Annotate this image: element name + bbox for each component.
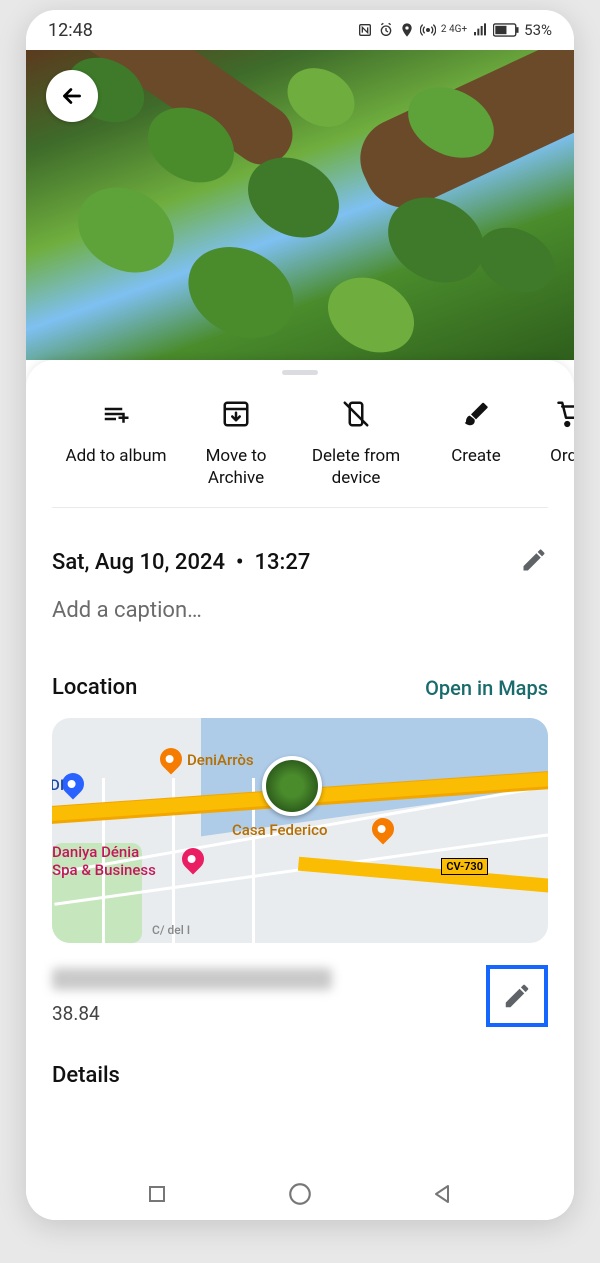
battery-icon [493, 23, 519, 37]
action-label: Create [416, 445, 536, 467]
open-in-maps-link[interactable]: Open in Maps [425, 676, 548, 700]
archive-icon [221, 399, 251, 429]
location-icon [399, 22, 415, 38]
status-bar: 12:48 2 4G+ 53% [26, 10, 574, 50]
coordinates: 38.84 [52, 990, 332, 1025]
battery-pct: 53% [524, 21, 552, 39]
nfc-icon [357, 22, 373, 38]
cart-icon [556, 399, 574, 429]
photo-datetime: Sat, Aug 10, 2024 • 13:27 [52, 550, 310, 575]
action-move-to-archive[interactable]: Move to Archive [176, 395, 296, 489]
caption-input[interactable]: Add a caption… [26, 578, 574, 623]
edit-datetime-button[interactable] [520, 546, 548, 578]
action-row: Add to album Move to Archive Delete from… [52, 389, 548, 508]
location-heading: Location [52, 675, 137, 700]
alarm-icon [378, 22, 394, 38]
info-sheet: Add to album Move to Archive Delete from… [26, 360, 574, 1220]
pencil-icon [502, 981, 532, 1011]
drag-handle[interactable] [282, 370, 318, 375]
action-delete-from-device[interactable]: Delete from device [296, 395, 416, 489]
arrow-left-icon [59, 83, 85, 109]
map-street-label: C/ del I [152, 923, 190, 937]
pencil-icon [520, 546, 548, 574]
clock: 12:48 [48, 20, 93, 41]
action-label: Delete from device [296, 445, 416, 489]
status-icons: 2 4G+ 53% [357, 21, 552, 39]
action-order[interactable]: Order [536, 395, 574, 489]
action-create[interactable]: Create [416, 395, 536, 489]
address-line-redacted [52, 968, 332, 990]
recent-apps-button[interactable] [145, 1182, 169, 1206]
delete-device-icon [341, 399, 371, 429]
action-label: Order [536, 445, 574, 467]
photo-location-marker [262, 756, 322, 816]
map-preview[interactable]: DeniArròs Casa Federico ALDI Daniya Déni… [52, 718, 548, 943]
home-button[interactable] [287, 1181, 313, 1207]
phone-frame: 12:48 2 4G+ 53% [26, 10, 574, 1220]
back-button[interactable] [46, 70, 98, 122]
map-label: Casa Federico [232, 821, 328, 839]
action-label: Add to album [56, 445, 176, 467]
road-shield: CV-730 [441, 858, 488, 875]
hotspot-icon [420, 22, 436, 38]
details-heading: Details [26, 1027, 574, 1088]
map-label: ALDI [52, 776, 64, 794]
poi-pin-icon [155, 744, 186, 775]
brush-icon [461, 399, 491, 429]
map-label: Daniya Dénia Spa & Business [52, 843, 156, 879]
system-nav-bar [26, 1168, 574, 1220]
photo-preview[interactable] [26, 50, 574, 360]
network-label: 2 4G+ [441, 25, 467, 35]
action-label: Move to Archive [176, 445, 296, 489]
signal-icon [472, 22, 488, 38]
action-add-to-album[interactable]: Add to album [56, 395, 176, 489]
add-to-album-icon [101, 399, 131, 429]
map-label: DeniArròs [187, 751, 254, 769]
edit-location-button[interactable] [486, 965, 548, 1027]
back-nav-button[interactable] [431, 1182, 455, 1206]
